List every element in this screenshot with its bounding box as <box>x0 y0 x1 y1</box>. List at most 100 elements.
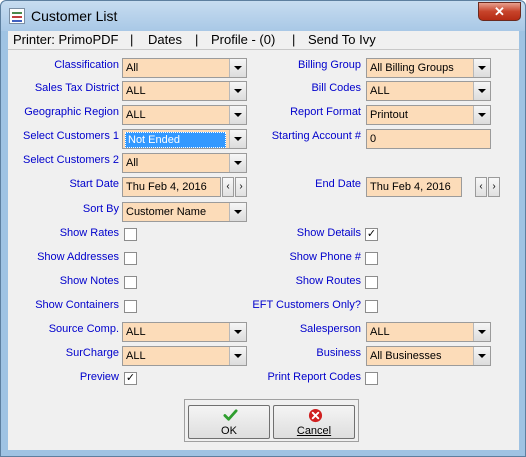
business-select[interactable]: All Businesses <box>366 346 491 366</box>
select-customers-2-select[interactable]: All <box>122 153 247 173</box>
salesperson-value: ALL <box>370 326 390 338</box>
business-value: All Businesses <box>370 350 442 362</box>
chevron-down-icon[interactable] <box>473 106 490 124</box>
start-date-value: Thu Feb 4, 2016 <box>126 181 207 193</box>
starting-account-value: 0 <box>370 133 377 145</box>
menu-separator: | <box>292 32 296 47</box>
surcharge-label: SurCharge <box>65 347 119 359</box>
billing-group-value: All Billing Groups <box>370 62 454 74</box>
billing-group-select[interactable]: All Billing Groups <box>366 58 491 78</box>
geographic-region-label: Geographic Region <box>24 106 119 118</box>
sales-tax-district-value: ALL <box>126 85 146 97</box>
chevron-down-icon[interactable] <box>473 347 490 365</box>
source-comp-value: ALL <box>126 326 146 338</box>
close-button[interactable]: ✕ <box>478 2 521 21</box>
print-report-codes-checkbox[interactable] <box>365 372 378 385</box>
sort-by-value: Customer Name <box>126 206 207 218</box>
preview-checkbox[interactable]: ✓ <box>124 372 137 385</box>
select-customers-1-value: Not Ended <box>125 132 226 148</box>
geographic-region-select[interactable]: ALL <box>122 105 247 125</box>
sort-by-select[interactable]: Customer Name <box>122 202 247 222</box>
sales-tax-district-select[interactable]: ALL <box>122 81 247 101</box>
bill-codes-select[interactable]: ALL <box>366 81 491 101</box>
preview-label: Preview <box>79 371 119 383</box>
menu-printer[interactable]: Printer: PrimoPDF <box>13 32 118 47</box>
app-icon <box>9 8 25 24</box>
show-containers-label: Show Containers <box>35 299 119 311</box>
cancel-label: Cancel <box>296 425 332 437</box>
button-panel: OK Cancel <box>184 399 359 442</box>
show-details-checkbox[interactable]: ✓ <box>365 228 378 241</box>
menu-profile[interactable]: Profile - (0) <box>211 32 275 47</box>
business-label: Business <box>316 347 361 359</box>
check-icon <box>223 409 238 421</box>
show-notes-checkbox[interactable] <box>124 276 137 289</box>
chevron-down-icon[interactable] <box>229 347 246 365</box>
show-containers-checkbox[interactable] <box>124 300 137 313</box>
show-routes-label: Show Routes <box>295 275 361 287</box>
report-format-value: Printout <box>370 109 408 121</box>
customer-list-window: Customer List ✕ Printer: PrimoPDF | Date… <box>0 0 526 457</box>
show-rates-label: Show Rates <box>59 227 119 239</box>
select-customers-1-label: Select Customers 1 <box>23 130 119 142</box>
select-customers-2-value: All <box>126 157 139 169</box>
start-date-prev-button[interactable]: ‹ <box>222 177 234 197</box>
classification-value: All <box>126 62 139 74</box>
chevron-down-icon[interactable] <box>473 59 490 77</box>
end-date-label: End Date <box>315 178 361 190</box>
sales-tax-district-label: Sales Tax District <box>34 82 119 94</box>
source-comp-label: Source Comp. <box>48 323 119 335</box>
chevron-down-icon[interactable] <box>229 106 246 124</box>
start-date-next-button[interactable]: › <box>235 177 247 197</box>
menu-dates[interactable]: Dates <box>148 32 182 47</box>
menu-send-to[interactable]: Send To Ivy <box>308 32 376 47</box>
starting-account-label: Starting Account # <box>271 130 361 142</box>
classification-select[interactable]: All <box>122 58 247 78</box>
ok-button[interactable]: OK <box>188 405 270 439</box>
end-date-prev-button[interactable]: ‹ <box>475 177 487 197</box>
print-report-codes-label: Print Report Codes <box>267 371 361 383</box>
surcharge-value: ALL <box>126 350 146 362</box>
bill-codes-value: ALL <box>370 85 390 97</box>
select-customers-2-label: Select Customers 2 <box>23 154 119 166</box>
window-title: Customer List <box>31 8 118 24</box>
show-phone-checkbox[interactable] <box>365 252 378 265</box>
source-comp-select[interactable]: ALL <box>122 322 247 342</box>
menu-separator: | <box>195 32 199 47</box>
geographic-region-value: ALL <box>126 109 146 121</box>
sort-by-label: Sort By <box>82 203 119 215</box>
title-bar[interactable]: Customer List ✕ <box>1 1 525 31</box>
end-date-value: Thu Feb 4, 2016 <box>370 181 451 193</box>
ok-label: OK <box>221 425 237 437</box>
show-phone-label: Show Phone # <box>289 251 361 263</box>
report-format-select[interactable]: Printout <box>366 105 491 125</box>
select-customers-1-select[interactable]: Not Ended <box>122 129 247 149</box>
end-date-next-button[interactable]: › <box>488 177 500 197</box>
chevron-down-icon[interactable] <box>229 130 246 148</box>
show-addresses-checkbox[interactable] <box>124 252 137 265</box>
menu-separator: | <box>130 32 134 47</box>
starting-account-field[interactable]: 0 <box>366 129 491 149</box>
bill-codes-label: Bill Codes <box>311 82 361 94</box>
show-addresses-label: Show Addresses <box>37 251 119 263</box>
report-format-label: Report Format <box>290 106 361 118</box>
chevron-down-icon[interactable] <box>229 154 246 172</box>
billing-group-label: Billing Group <box>298 59 361 71</box>
classification-label: Classification <box>54 59 119 71</box>
chevron-down-icon[interactable] <box>473 323 490 341</box>
cancel-button[interactable]: Cancel <box>273 405 355 439</box>
start-date-field[interactable]: Thu Feb 4, 2016 <box>122 177 221 197</box>
show-rates-checkbox[interactable] <box>124 228 137 241</box>
chevron-down-icon[interactable] <box>473 82 490 100</box>
chevron-down-icon[interactable] <box>229 323 246 341</box>
chevron-down-icon[interactable] <box>229 82 246 100</box>
eft-only-checkbox[interactable] <box>365 300 378 313</box>
chevron-down-icon[interactable] <box>229 59 246 77</box>
surcharge-select[interactable]: ALL <box>122 346 247 366</box>
salesperson-select[interactable]: ALL <box>366 322 491 342</box>
client-area: Printer: PrimoPDF | Dates | Profile - (0… <box>8 31 519 450</box>
show-routes-checkbox[interactable] <box>365 276 378 289</box>
chevron-down-icon[interactable] <box>229 203 246 221</box>
end-date-field[interactable]: Thu Feb 4, 2016 <box>366 177 462 197</box>
salesperson-label: Salesperson <box>299 323 361 335</box>
